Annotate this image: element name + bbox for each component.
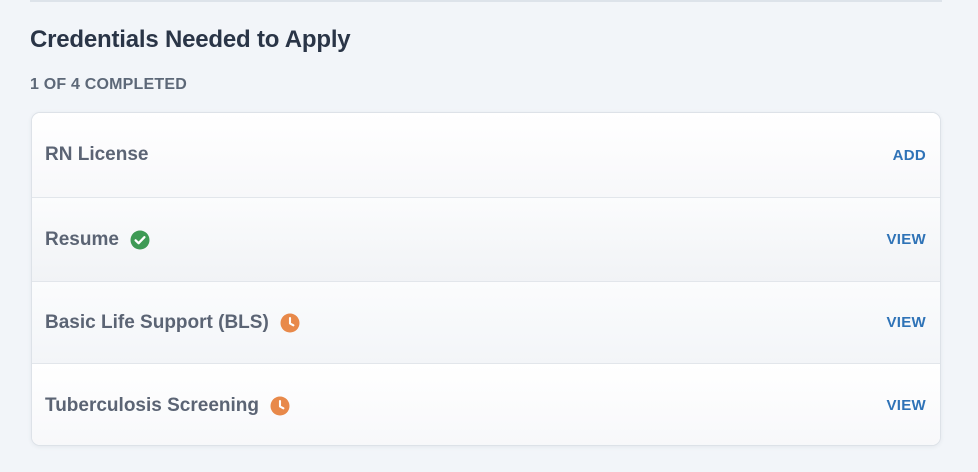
credentials-list: RN License ADD Resume VIEW Basic Life Su… [31, 112, 941, 446]
completion-progress-label: 1 OF 4 COMPLETED [30, 76, 187, 93]
credential-row-rn-license: RN License ADD [32, 113, 940, 197]
credential-row-tuberculosis: Tuberculosis Screening VIEW [32, 363, 940, 445]
view-resume-link[interactable]: VIEW [886, 231, 926, 248]
credential-name: Basic Life Support (BLS) [45, 311, 269, 333]
credential-name: Tuberculosis Screening [45, 394, 259, 416]
add-rn-license-link[interactable]: ADD [893, 147, 926, 164]
top-divider [30, 0, 942, 2]
credential-row-bls: Basic Life Support (BLS) VIEW [32, 281, 940, 363]
view-bls-link[interactable]: VIEW [886, 314, 926, 331]
clock-icon [270, 396, 290, 416]
clock-icon [280, 313, 300, 333]
check-circle-icon [130, 230, 150, 250]
credential-name: Resume [45, 228, 119, 250]
view-tuberculosis-link[interactable]: VIEW [886, 397, 926, 414]
credential-row-resume: Resume VIEW [32, 197, 940, 281]
credential-name: RN License [45, 144, 149, 165]
section-title: Credentials Needed to Apply [30, 26, 351, 53]
